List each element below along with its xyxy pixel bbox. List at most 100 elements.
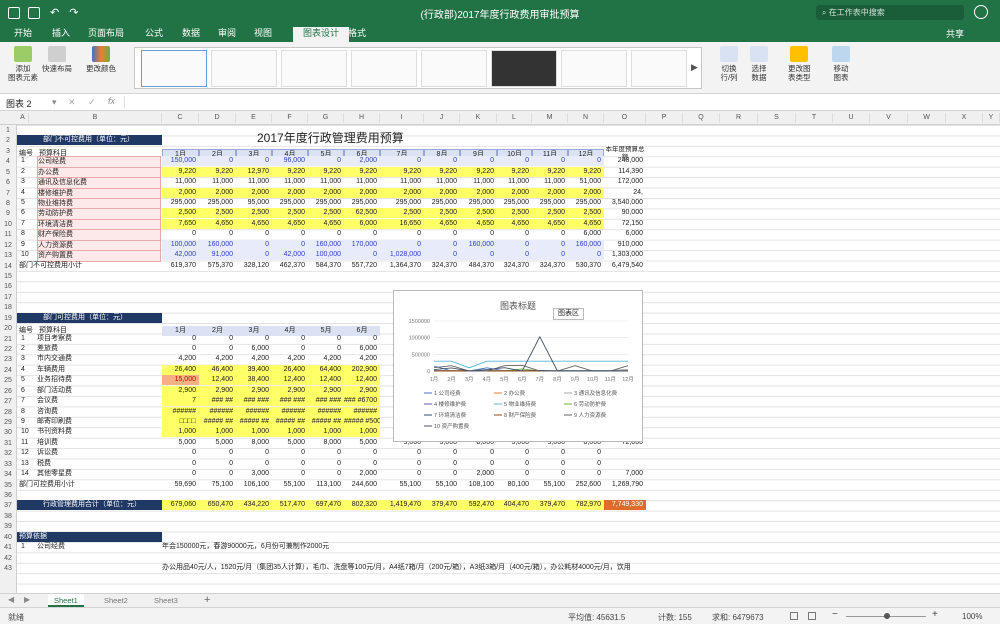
chart-style-4[interactable] (351, 50, 417, 87)
user-avatar-icon[interactable] (974, 5, 988, 19)
row-header-36[interactable]: 36 (0, 491, 16, 501)
tab-7[interactable]: 图表设计 (293, 27, 350, 42)
column-header-V[interactable]: V (870, 113, 908, 123)
row-header-19[interactable]: 19 (0, 314, 16, 324)
sheet-tab-1[interactable]: Sheet1 (48, 594, 84, 607)
row-header-8[interactable]: 8 (0, 199, 16, 209)
tab-4[interactable]: 数据 (182, 27, 200, 42)
column-header-T[interactable]: T (796, 113, 833, 123)
format-icon[interactable] (28, 6, 40, 19)
row-header-21[interactable]: 21 (0, 335, 16, 345)
tab-2[interactable]: 页面布局 (88, 27, 124, 42)
line-chart[interactable]: 图表标题 1500000 1000000 500000 0 1月 2月 3月 4月 5月 6月 7月… (393, 290, 643, 442)
quick-layout-button[interactable]: 快速布局 (42, 46, 72, 73)
column-header-W[interactable]: W (908, 113, 946, 123)
row-header-13[interactable]: 13 (0, 251, 16, 261)
cancel-icon[interactable]: ✕ (68, 97, 76, 108)
chart-style-7[interactable] (561, 50, 627, 87)
prev-sheet-icon[interactable]: ◀ (8, 595, 14, 604)
row-header-6[interactable]: 6 (0, 178, 16, 188)
column-header-A[interactable]: A (17, 113, 29, 123)
row-header-29[interactable]: 29 (0, 418, 16, 428)
row-header-40[interactable]: 40 (0, 533, 16, 543)
fx-icon[interactable]: fx (108, 96, 115, 106)
row-header-11[interactable]: 11 (0, 230, 16, 240)
tab-3[interactable]: 公式 (145, 27, 163, 42)
redo-icon[interactable]: ↷ (69, 6, 78, 19)
row-header-12[interactable]: 12 (0, 241, 16, 251)
row-header-22[interactable]: 22 (0, 345, 16, 355)
row-header-16[interactable]: 16 (0, 282, 16, 292)
move-chart-button[interactable]: 移动 图表 (832, 46, 850, 82)
change-chart-type-button[interactable]: 更改图 表类型 (788, 46, 811, 82)
chart-style-3[interactable] (281, 50, 347, 87)
column-header-H[interactable]: H (344, 113, 380, 123)
column-header-C[interactable]: C (162, 113, 199, 123)
row-header-23[interactable]: 23 (0, 355, 16, 365)
zoom-out-icon[interactable]: − (832, 609, 838, 620)
column-header-D[interactable]: D (199, 113, 236, 123)
change-colors-button[interactable]: 更改颜色 (86, 46, 116, 73)
row-header-1[interactable]: 1 (0, 126, 16, 136)
row-header-32[interactable]: 32 (0, 449, 16, 459)
page-layout-icon[interactable] (808, 612, 816, 620)
name-box-dropdown-icon[interactable]: ▾ (52, 97, 57, 108)
row-header-39[interactable]: 39 (0, 522, 16, 532)
row-header-4[interactable]: 4 (0, 157, 16, 167)
column-header-O[interactable]: O (604, 113, 646, 123)
column-header-G[interactable]: G (308, 113, 344, 123)
row-header-5[interactable]: 5 (0, 168, 16, 178)
confirm-icon[interactable]: ✓ (88, 97, 96, 108)
row-header-42[interactable]: 42 (0, 554, 16, 564)
row-header-30[interactable]: 30 (0, 428, 16, 438)
column-header-E[interactable]: E (236, 113, 272, 123)
column-header-P[interactable]: P (646, 113, 683, 123)
select-data-button[interactable]: 选择 数据 (750, 46, 768, 82)
row-header-25[interactable]: 25 (0, 376, 16, 386)
row-header-27[interactable]: 27 (0, 397, 16, 407)
row-header-28[interactable]: 28 (0, 408, 16, 418)
sheet-tab-3[interactable]: Sheet3 (148, 594, 184, 607)
column-header-Q[interactable]: Q (683, 113, 720, 123)
search-box[interactable]: ⌕ 在工作表中搜索 (816, 5, 964, 20)
column-header-J[interactable]: J (424, 113, 460, 123)
row-header-10[interactable]: 10 (0, 220, 16, 230)
column-header-N[interactable]: N (568, 113, 604, 123)
column-header-K[interactable]: K (460, 113, 497, 123)
tab-0[interactable]: 开始 (14, 27, 32, 42)
add-chart-element-button[interactable]: 添加 图表元素 (8, 46, 38, 82)
next-sheet-icon[interactable]: ▶ (24, 595, 30, 604)
chart-style-6[interactable] (491, 50, 557, 87)
chart-style-gallery[interactable]: ▶ (134, 47, 702, 89)
save-icon[interactable] (8, 6, 20, 19)
normal-view-icon[interactable] (790, 612, 798, 620)
tab-8[interactable]: 格式 (348, 27, 366, 42)
row-header-24[interactable]: 24 (0, 366, 16, 376)
zoom-thumb[interactable] (884, 613, 890, 619)
row-header-17[interactable]: 17 (0, 293, 16, 303)
row-header-34[interactable]: 34 (0, 470, 16, 480)
switch-row-column-button[interactable]: 切换 行/列 (720, 46, 738, 82)
row-header-33[interactable]: 33 (0, 460, 16, 470)
column-header-R[interactable]: R (720, 113, 758, 123)
tab-6[interactable]: 视图 (254, 27, 272, 42)
column-header-L[interactable]: L (497, 113, 532, 123)
column-header-X[interactable]: X (946, 113, 983, 123)
chart-style-8[interactable] (631, 50, 687, 87)
row-header-20[interactable]: 20 (0, 324, 16, 334)
row-header-7[interactable]: 7 (0, 189, 16, 199)
row-header-35[interactable]: 35 (0, 481, 16, 491)
tab-5[interactable]: 审阅 (218, 27, 236, 42)
chart-style-2[interactable] (211, 50, 277, 87)
undo-icon[interactable]: ↶ (50, 6, 59, 19)
row-header-14[interactable]: 14 (0, 262, 16, 272)
column-header-M[interactable]: M (532, 113, 568, 123)
column-header-B[interactable]: B (29, 113, 162, 123)
column-header-S[interactable]: S (758, 113, 796, 123)
row-header-31[interactable]: 31 (0, 439, 16, 449)
row-header-38[interactable]: 38 (0, 512, 16, 522)
column-header-Y[interactable]: Y (983, 113, 1000, 123)
zoom-in-icon[interactable]: + (932, 609, 938, 620)
tab-1[interactable]: 插入 (52, 27, 70, 42)
row-header-41[interactable]: 41 (0, 543, 16, 553)
